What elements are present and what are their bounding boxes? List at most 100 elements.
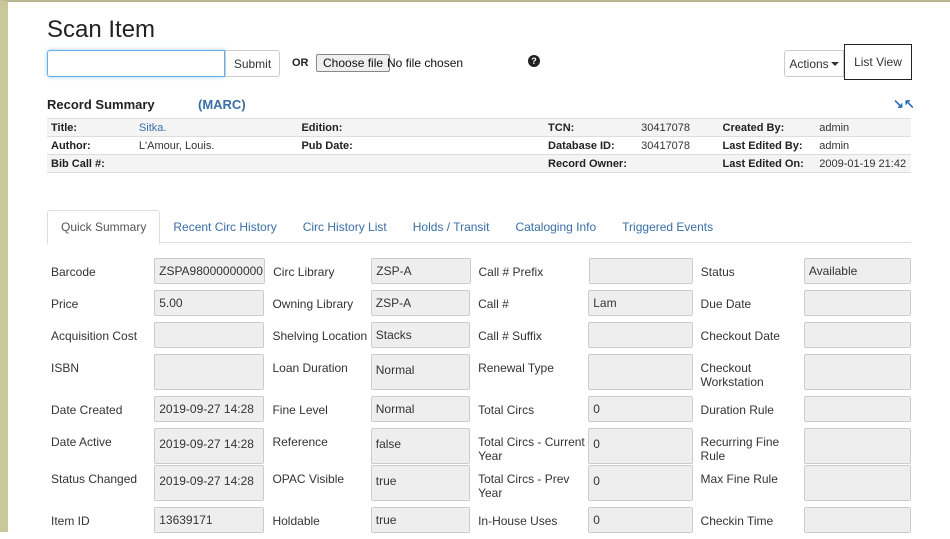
record-summary-value bbox=[134, 154, 298, 173]
field-label: Status bbox=[700, 265, 735, 279]
page-title: Scan Item bbox=[47, 16, 156, 43]
field-value bbox=[803, 396, 912, 422]
field-label: Status Changed bbox=[51, 472, 138, 486]
list-view-button[interactable]: List View bbox=[844, 44, 912, 80]
field-value: Normal bbox=[370, 396, 471, 422]
or-label: OR bbox=[292, 57, 309, 69]
question-circle-icon[interactable]: ? bbox=[528, 55, 540, 67]
field-value: Available bbox=[803, 258, 911, 284]
field-value bbox=[803, 507, 912, 533]
record-summary-label: Bib Call #: bbox=[47, 154, 135, 173]
field-value: 2019-09-27 14:28 bbox=[154, 396, 265, 422]
record-summary-value: 2009-01-19 21:42 bbox=[815, 154, 911, 173]
field-value: 2019-09-27 14:28 bbox=[154, 428, 265, 464]
no-file-chosen-text: No file chosen bbox=[387, 56, 464, 70]
field-value bbox=[803, 428, 912, 464]
record-summary-label: Created By: bbox=[718, 118, 816, 137]
field-value: Lam bbox=[588, 290, 693, 316]
record-summary-label: Pub Date: bbox=[297, 136, 465, 155]
record-summary-heading: Record Summary bbox=[47, 97, 155, 112]
field-label: Holdable bbox=[272, 514, 320, 528]
field-label: Recurring Fine Rule bbox=[700, 435, 780, 463]
item-tabs: Quick Summary Recent Circ History Circ His… bbox=[47, 210, 911, 244]
field-value: ZSP-A bbox=[370, 290, 471, 316]
record-summary-label: Record Owner: bbox=[544, 154, 638, 173]
collapse-arrows-icon[interactable]: ↘↖ bbox=[893, 96, 915, 112]
field-value: true bbox=[370, 507, 471, 533]
field-value: 2019-09-27 14:28 bbox=[154, 465, 265, 501]
field-value: 0 bbox=[588, 507, 693, 533]
field-label: Checkout Date bbox=[700, 329, 780, 343]
field-value bbox=[803, 322, 912, 348]
field-label: Barcode bbox=[51, 265, 96, 279]
record-summary-value bbox=[464, 136, 545, 155]
tab-holds-transit[interactable]: Holds / Transit bbox=[400, 210, 503, 243]
barcode-scan-input[interactable] bbox=[47, 50, 225, 77]
record-summary-value bbox=[464, 154, 545, 173]
field-label: Max Fine Rule bbox=[700, 472, 778, 486]
field-label: Owning Library bbox=[272, 297, 354, 311]
record-summary-label: TCN: bbox=[544, 118, 638, 137]
field-label: In-House Uses bbox=[478, 514, 558, 528]
field-label: Price bbox=[51, 297, 79, 311]
quick-summary-grid: Barcode ZSPA98000000000 Circ Library ZSP-A C… bbox=[47, 258, 912, 539]
quick-summary-row: Date Created 2019-09-27 14:28 Fine Level No… bbox=[47, 396, 912, 428]
record-summary-row: Author: L'Amour, Louis. Pub Date: Database … bbox=[47, 136, 911, 155]
field-label: Circ Library bbox=[273, 265, 335, 279]
tab-quick-summary[interactable]: Quick Summary bbox=[47, 210, 161, 244]
quick-summary-row: Item ID 13639171 Holdable true In-House Uses… bbox=[47, 507, 912, 539]
field-value bbox=[803, 290, 912, 316]
record-summary-value: admin bbox=[815, 136, 911, 155]
field-label: Total Circs bbox=[478, 403, 535, 417]
quick-summary-row: ISBN Loan Duration Normal Renewal Type Check… bbox=[47, 354, 912, 396]
field-value: false bbox=[370, 428, 471, 464]
marc-link[interactable]: (MARC) bbox=[198, 97, 246, 112]
tab-triggered-events[interactable]: Triggered Events bbox=[609, 210, 726, 243]
caret-down-icon bbox=[830, 61, 839, 66]
field-value: Normal bbox=[370, 354, 471, 390]
field-value bbox=[154, 322, 265, 348]
field-label: Call # Prefix bbox=[478, 265, 544, 279]
record-summary-label: Last Edited On: bbox=[718, 154, 816, 173]
record-summary-value: admin bbox=[815, 118, 911, 137]
tab-recent-circ-history[interactable]: Recent Circ History bbox=[160, 210, 289, 243]
actions-dropdown-button[interactable]: Actions bbox=[784, 50, 844, 77]
field-label: Checkout Workstation bbox=[700, 361, 764, 389]
field-label: Fine Level bbox=[272, 403, 328, 417]
field-label: OPAC Visible bbox=[272, 472, 345, 486]
field-label: ISBN bbox=[51, 361, 80, 375]
field-label: Checkin Time bbox=[700, 514, 774, 528]
field-label: Loan Duration bbox=[272, 361, 348, 375]
record-summary-label: Title: bbox=[47, 118, 135, 137]
field-label: Date Created bbox=[51, 403, 123, 417]
tab-circ-history-list[interactable]: Circ History List bbox=[290, 210, 400, 243]
field-value bbox=[803, 465, 912, 501]
record-summary-label: Last Edited By: bbox=[718, 136, 816, 155]
quick-summary-row: Barcode ZSPA98000000000 Circ Library ZSP-A C… bbox=[47, 258, 911, 290]
field-value: 0 bbox=[588, 428, 693, 464]
field-label: Date Active bbox=[51, 435, 112, 449]
field-value: 5.00 bbox=[154, 290, 265, 316]
field-label: Acquisition Cost bbox=[51, 329, 138, 343]
record-title-link[interactable]: Sitka. bbox=[134, 118, 298, 137]
field-value bbox=[588, 354, 693, 390]
field-value bbox=[588, 258, 693, 284]
record-summary-value: 30417078 bbox=[637, 136, 719, 155]
submit-button[interactable]: Submit bbox=[225, 50, 280, 77]
field-label: Due Date bbox=[700, 297, 752, 311]
field-value: 0 bbox=[588, 465, 693, 501]
field-value: 0 bbox=[588, 396, 693, 422]
field-label: Total Circs - Current Year bbox=[478, 435, 585, 463]
field-label: Reference bbox=[272, 435, 328, 449]
choose-file-button[interactable]: Choose file bbox=[316, 54, 391, 72]
quick-summary-row: Price 5.00 Owning Library ZSP-A Call # Lam Due… bbox=[47, 290, 912, 322]
record-summary-label bbox=[297, 154, 465, 173]
field-label: Item ID bbox=[51, 514, 90, 528]
tab-cataloging-info[interactable]: Cataloging Info bbox=[502, 210, 609, 243]
record-summary-row: Bib Call #: Record Owner: Last Edited On: 2… bbox=[47, 154, 911, 173]
field-value bbox=[588, 322, 693, 348]
quick-summary-row: Status Changed 2019-09-27 14:28 OPAC Visib… bbox=[47, 465, 912, 507]
field-label: Duration Rule bbox=[700, 403, 774, 417]
record-summary-value bbox=[464, 118, 545, 137]
field-label: Renewal Type bbox=[478, 361, 554, 375]
